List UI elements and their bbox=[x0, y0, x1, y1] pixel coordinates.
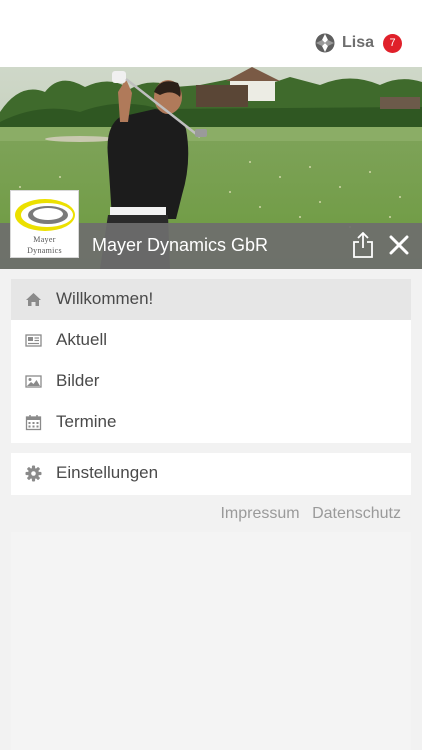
top-bar: Lisa 7 bbox=[0, 0, 422, 67]
home-icon bbox=[26, 293, 41, 306]
impressum-link[interactable]: Impressum bbox=[220, 505, 299, 522]
user-name[interactable]: Lisa bbox=[342, 34, 374, 52]
close-icon[interactable] bbox=[389, 235, 409, 255]
app-logo-icon bbox=[315, 33, 335, 53]
menu-label-termine: Termine bbox=[56, 412, 117, 431]
empty-content-area bbox=[11, 532, 411, 750]
company-logo: Mayer Dynamics bbox=[10, 190, 79, 258]
image-icon bbox=[25, 375, 42, 388]
menu-label-einstellungen: Einstellungen bbox=[56, 463, 159, 482]
menu-item-bilder[interactable]: Bilder bbox=[11, 361, 411, 402]
menu-label-aktuell: Aktuell bbox=[56, 330, 108, 349]
newspaper-icon bbox=[25, 334, 42, 347]
menu-item-einstellungen[interactable]: Einstellungen bbox=[11, 453, 411, 494]
logo-text-line2: Dynamics bbox=[27, 246, 62, 255]
company-name: Mayer Dynamics GbR bbox=[92, 235, 269, 255]
menu-item-termine[interactable]: Termine bbox=[11, 402, 411, 443]
datenschutz-link[interactable]: Datenschutz bbox=[312, 505, 401, 522]
calendar-icon bbox=[25, 415, 42, 431]
menu-label-willkommen: Willkommen! bbox=[56, 289, 154, 308]
menu-item-willkommen[interactable]: Willkommen! bbox=[11, 279, 411, 320]
gear-icon bbox=[25, 465, 42, 482]
logo-swoosh-icon bbox=[15, 199, 75, 231]
notification-badge[interactable]: 7 bbox=[383, 33, 402, 53]
footer-links: Impressum Datenschutz bbox=[212, 505, 401, 523]
user-menu[interactable]: Lisa 7 bbox=[315, 33, 402, 53]
settings-menu: Einstellungen bbox=[11, 453, 411, 495]
logo-text-line1: Mayer bbox=[33, 235, 56, 244]
share-icon[interactable] bbox=[352, 232, 374, 258]
main-menu: Willkommen! Aktuell Bilder Termine bbox=[11, 279, 411, 443]
menu-label-bilder: Bilder bbox=[56, 371, 100, 390]
menu-item-aktuell[interactable]: Aktuell bbox=[11, 320, 411, 361]
